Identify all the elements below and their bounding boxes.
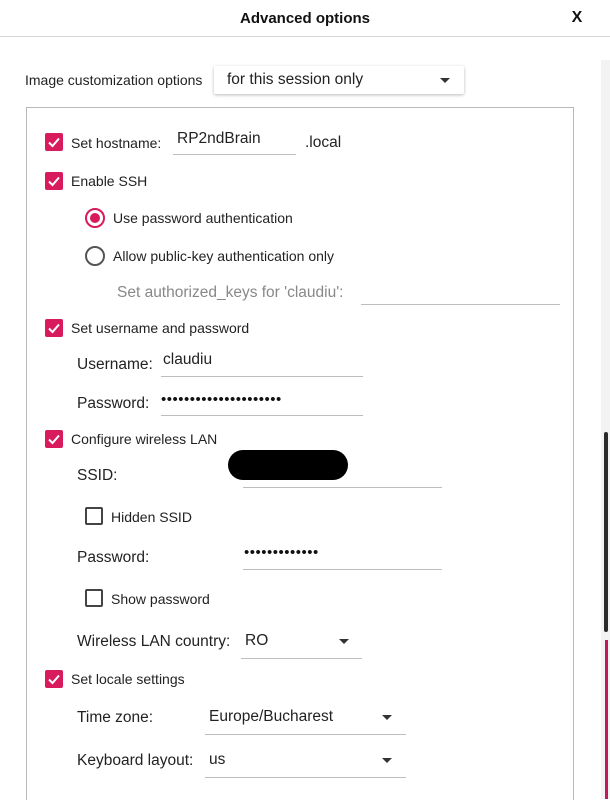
password-auth-label: Use password authentication (113, 210, 293, 226)
timezone-label: Time zone: (77, 709, 154, 726)
dialog-title: Advanced options (239, 10, 370, 27)
authorized-keys-label: Set authorized_keys for 'claudiu': (117, 284, 344, 301)
background-accent-strip (605, 640, 608, 799)
wifi-password-value: ••••••••••••• (244, 544, 319, 561)
timezone-dropdown[interactable]: Europe/Bucharest (205, 700, 406, 735)
password-auth-radio[interactable] (85, 208, 105, 228)
locale-checkbox[interactable] (45, 670, 63, 688)
ssh-checkbox[interactable] (45, 172, 63, 190)
checkmark-icon (48, 137, 60, 148)
keyboard-dropdown[interactable]: us (205, 743, 406, 778)
username-label: Username: (77, 356, 153, 373)
redaction-mark (228, 450, 348, 480)
image-customization-value: for this session only (227, 71, 364, 88)
authorized-keys-input[interactable] (361, 276, 560, 305)
chevron-down-icon (440, 78, 450, 83)
scrollbar-thumb[interactable] (604, 432, 608, 632)
close-button[interactable]: X (566, 9, 588, 29)
image-customization-label: Image customization options (25, 72, 203, 88)
ssh-checkbox-label: Enable SSH (71, 173, 148, 189)
pubkey-auth-label: Allow public-key authentication only (113, 248, 335, 264)
hidden-ssid-label: Hidden SSID (111, 509, 192, 525)
keyboard-label: Keyboard layout: (77, 752, 194, 769)
show-password-label: Show password (111, 591, 210, 607)
keyboard-value: us (209, 751, 226, 768)
ssid-label: SSID: (77, 467, 118, 484)
hostname-suffix: .local (305, 134, 342, 151)
wifi-password-input[interactable]: ••••••••••••• (243, 541, 442, 570)
username-input[interactable]: claudiu (161, 348, 363, 377)
show-password-checkbox[interactable] (85, 589, 103, 607)
username-value: claudiu (163, 351, 213, 368)
wifi-country-value: RO (245, 632, 269, 649)
locale-checkbox-label: Set locale settings (71, 671, 185, 687)
pubkey-auth-radio[interactable] (85, 246, 105, 266)
hostname-input[interactable]: RP2ndBrain (173, 126, 296, 155)
wifi-country-label: Wireless LAN country: (77, 633, 231, 650)
hostname-checkbox[interactable] (45, 133, 63, 151)
wifi-checkbox[interactable] (45, 430, 63, 448)
hidden-ssid-checkbox[interactable] (85, 507, 103, 525)
wifi-country-dropdown[interactable]: RO (241, 624, 362, 659)
chevron-down-icon (382, 758, 392, 763)
wifi-password-label: Password: (77, 549, 150, 566)
user-checkbox-label: Set username and password (71, 320, 250, 336)
checkmark-icon (48, 323, 60, 334)
timezone-value: Europe/Bucharest (209, 708, 334, 725)
password-value: ••••••••••••••••••••• (161, 391, 282, 408)
checkmark-icon (48, 434, 60, 445)
image-customization-dropdown[interactable]: for this session only (214, 66, 464, 94)
user-checkbox[interactable] (45, 319, 63, 337)
password-label: Password: (77, 395, 150, 412)
dialog-titlebar: Advanced options X (0, 0, 610, 37)
password-input[interactable]: ••••••••••••••••••••• (161, 388, 363, 416)
checkmark-icon (48, 176, 60, 187)
chevron-down-icon (382, 715, 392, 720)
chevron-down-icon (339, 639, 349, 644)
hostname-value: RP2ndBrain (177, 130, 261, 147)
hostname-checkbox-label: Set hostname: (71, 135, 162, 151)
wifi-checkbox-label: Configure wireless LAN (71, 431, 218, 447)
checkmark-icon (48, 674, 60, 685)
